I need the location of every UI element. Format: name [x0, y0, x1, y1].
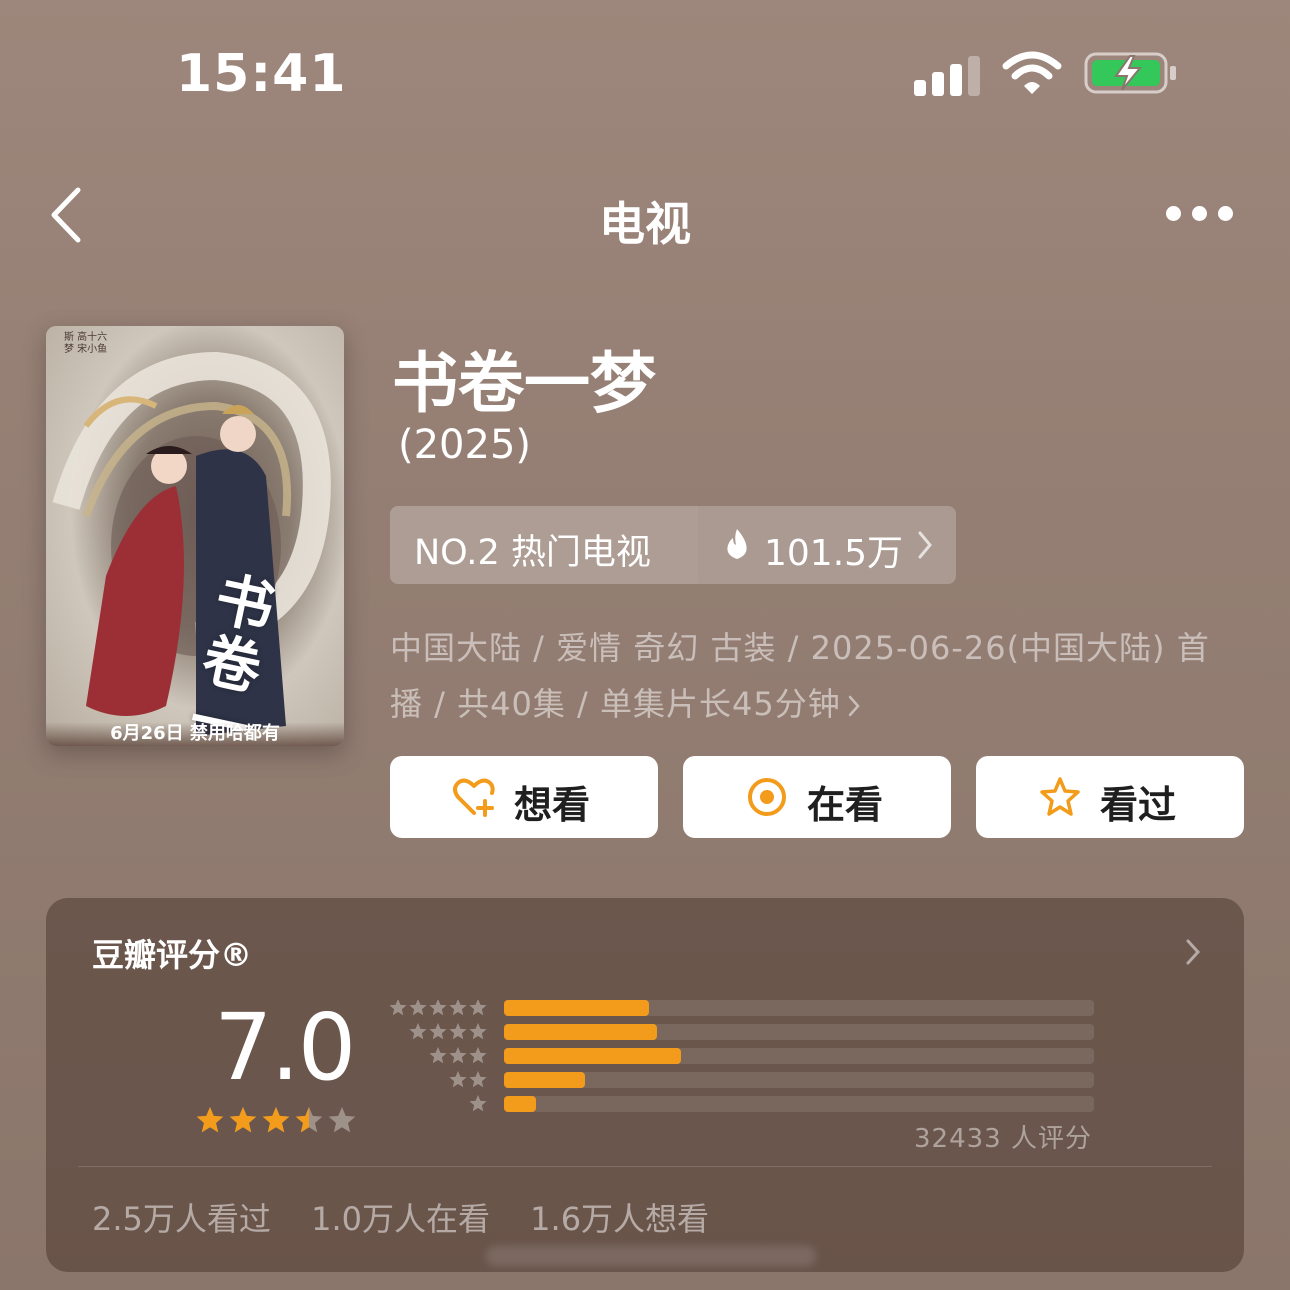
- distribution-star: [469, 1071, 487, 1088]
- poster-artwork: [52, 351, 331, 736]
- rating-count: 32433 人评分: [914, 1124, 1092, 1154]
- rank-label: NO.2 热门电视: [414, 533, 651, 573]
- rating-star-empty: [328, 1107, 356, 1133]
- watching-label: 在看: [807, 783, 884, 827]
- rating-card[interactable]: 豆瓣评分® 7.0 32433 人评分 2.5万人看过 1.0万人在看 1.6万…: [46, 898, 1244, 1272]
- want-to-watch-label: 想看: [514, 783, 591, 827]
- distribution-star: [409, 1000, 427, 1016]
- distribution-bar-fill: [504, 1000, 649, 1016]
- chevron-right-icon[interactable]: [1184, 938, 1202, 966]
- distribution-star: [429, 1000, 447, 1016]
- page-title: 电视: [599, 197, 691, 251]
- status-time: 15:41: [176, 44, 347, 104]
- cellular-signal-icon: [914, 52, 980, 96]
- rank-badge[interactable]: NO.2 热门电视 101.5万: [390, 506, 956, 584]
- watching-button[interactable]: 在看: [683, 756, 951, 838]
- watermark: [486, 1246, 816, 1266]
- poster-image[interactable]: 斯 高十六 梦 宋小鱼 书卷一梦 6月26日 禁用哈都有: [46, 326, 344, 746]
- rating-score: 7.0: [214, 994, 356, 1101]
- rank-section[interactable]: NO.2 热门电视: [390, 506, 698, 584]
- navigation-bar: 电视: [0, 170, 1290, 260]
- distribution-star: [449, 1000, 467, 1016]
- distribution-bar-fill: [504, 1048, 681, 1064]
- distribution-bar-2-star: [504, 1072, 1094, 1088]
- distribution-star-labels: [389, 1000, 487, 1112]
- distribution-star: [409, 1023, 427, 1040]
- distribution-star: [469, 1095, 487, 1112]
- heart-plus-icon: [453, 778, 495, 817]
- more-dots-icon[interactable]: [1166, 206, 1234, 224]
- poster-credits: 斯 高十六 梦 宋小鱼: [64, 332, 108, 355]
- want-count[interactable]: 1.6万人想看: [530, 1200, 709, 1238]
- distribution-star: [469, 1000, 487, 1016]
- distribution-star: [429, 1023, 447, 1040]
- wifi-icon: [1002, 51, 1062, 94]
- watched-label: 看过: [1100, 783, 1177, 827]
- rating-stars: [196, 1107, 356, 1133]
- distribution-star: [429, 1047, 447, 1064]
- distribution-star: [469, 1047, 487, 1064]
- meta-line-1: 中国大陆 / 爱情 奇幻 古装 / 2025-06-26(中国大陆) 首: [390, 629, 1210, 667]
- want-to-watch-button[interactable]: 想看: [390, 756, 658, 838]
- distribution-bar-fill: [504, 1024, 658, 1040]
- status-bar: 15:41: [0, 0, 1290, 150]
- rating-star-filled: [262, 1107, 290, 1133]
- meta-line-2-wrap: 播 / 共40集 / 单集片长45分钟: [390, 676, 1250, 732]
- chevron-right-icon: [848, 695, 860, 717]
- watched-count[interactable]: 2.5万人看过: [92, 1200, 271, 1238]
- target-circle-icon: [748, 778, 786, 816]
- show-title: 书卷一梦: [392, 345, 656, 422]
- rating-star-filled: [196, 1107, 224, 1133]
- star-outline-icon: [1040, 777, 1080, 816]
- distribution-star: [449, 1023, 467, 1040]
- show-year: (2025): [398, 422, 532, 468]
- distribution-star: [449, 1047, 467, 1064]
- distribution-bar-5-star: [504, 1000, 1094, 1016]
- distribution-bar-fill: [504, 1096, 536, 1112]
- distribution-bar-fill: [504, 1072, 586, 1088]
- fire-icon: [727, 529, 747, 559]
- meta-line-2: 播 / 共40集 / 单集片长45分钟: [390, 685, 841, 723]
- rating-title: 豆瓣评分®: [92, 936, 253, 974]
- distribution-bar-4-star: [504, 1024, 1094, 1040]
- poster-caption: 6月26日 禁用哈都有: [46, 722, 344, 746]
- watched-button[interactable]: 看过: [976, 756, 1244, 838]
- chevron-right-icon: [918, 531, 932, 559]
- watching-count[interactable]: 1.0万人在看: [311, 1200, 490, 1238]
- distribution-star: [449, 1071, 467, 1088]
- distribution-star: [389, 1000, 407, 1016]
- distribution-star: [469, 1023, 487, 1040]
- show-meta[interactable]: 中国大陆 / 爱情 奇幻 古装 / 2025-06-26(中国大陆) 首 播 /…: [390, 620, 1250, 732]
- distribution-bar-1-star: [504, 1096, 1094, 1112]
- distribution-bar-3-star: [504, 1048, 1094, 1064]
- battery-charging-icon: [1084, 52, 1176, 94]
- watch-stats: 2.5万人看过 1.0万人在看 1.6万人想看: [92, 1194, 739, 1240]
- divider: [78, 1166, 1212, 1167]
- heat-section[interactable]: 101.5万: [698, 506, 956, 584]
- rating-star-filled: [229, 1107, 257, 1133]
- heat-value: 101.5万: [764, 533, 904, 574]
